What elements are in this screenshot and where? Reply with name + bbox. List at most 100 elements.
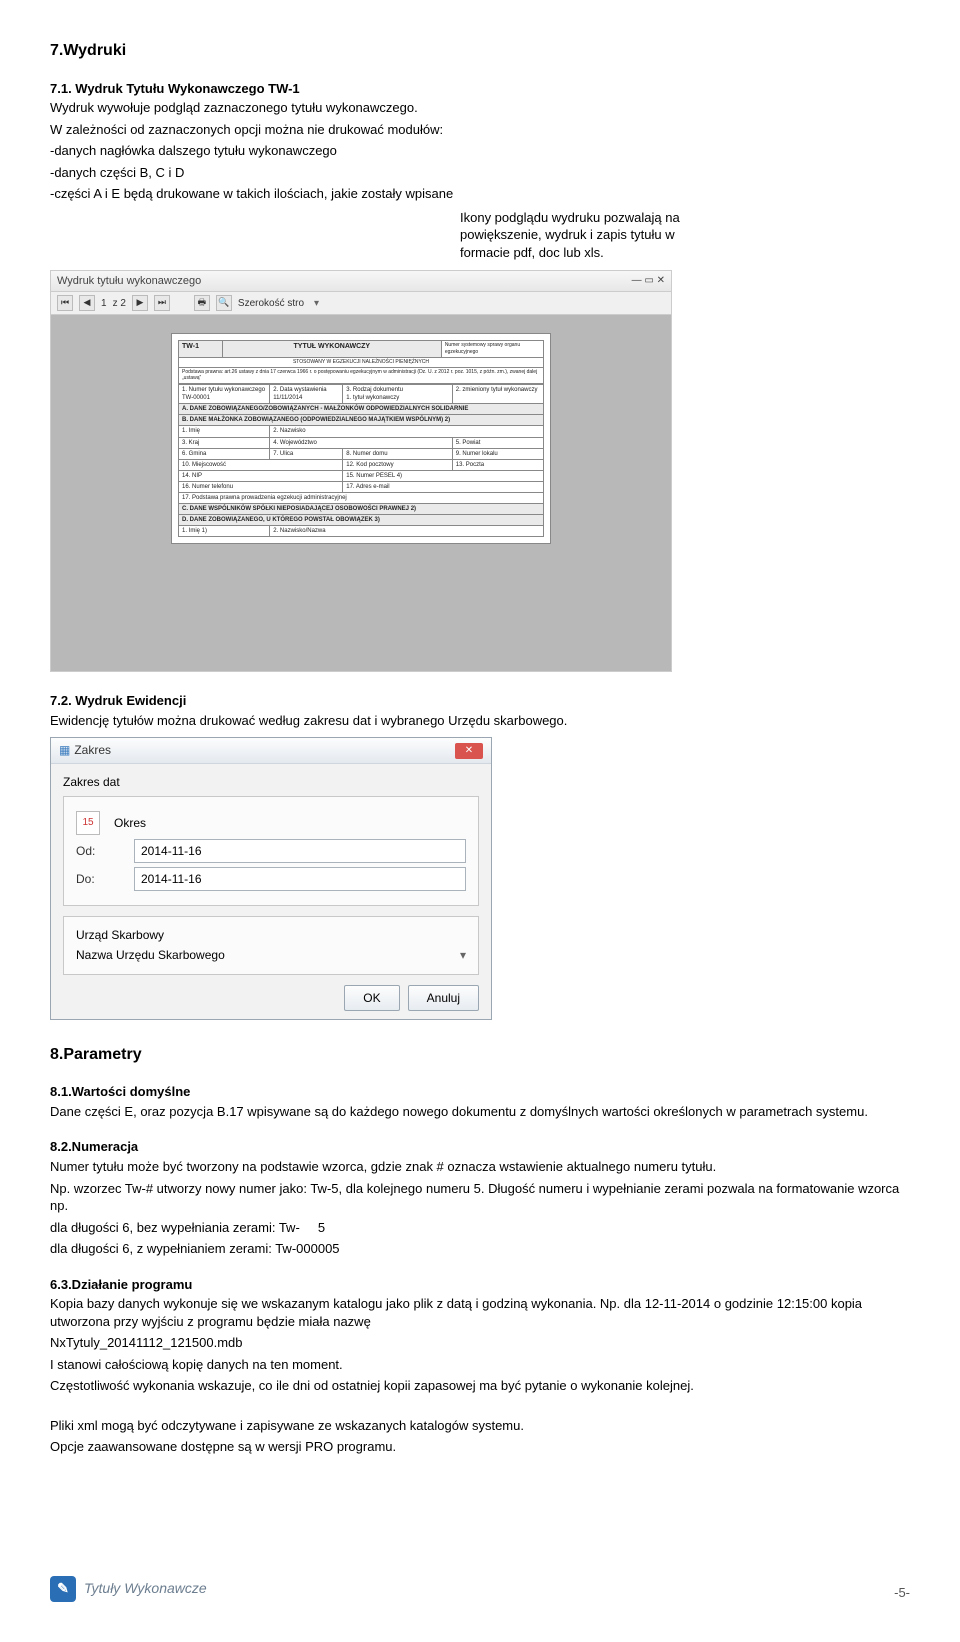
f-date-title: 2. Data wystawienia <box>273 386 339 394</box>
f2: 2. Nazwisko <box>270 426 544 437</box>
heading-7-1: 7.1. Wydruk Tytułu Wykonawczego TW-1 <box>50 80 910 98</box>
do-label: Do: <box>76 871 126 887</box>
dialog-icon: ▦ <box>59 742 70 758</box>
zoom-dropdown-icon[interactable]: ▾ <box>314 297 319 311</box>
sec-a: A. DANE ZOBOWIĄZANEGO/ZOBOWIĄZANYCH - MA… <box>179 404 544 415</box>
f16: 16. Numer telefonu <box>179 481 343 492</box>
page-number: -5- <box>894 1584 910 1602</box>
form-tw1-sysnum: Numer systemowy sprawy organu egzekucyjn… <box>441 341 543 358</box>
text-6-3c: I stanowi całościową kopię danych na ten… <box>50 1356 910 1374</box>
text-7-1-li3: -części A i E będą drukowane w takich il… <box>50 185 910 203</box>
text-7-1-li2: -danych części B, C i D <box>50 164 910 182</box>
print-icon[interactable]: 🖶 <box>194 295 210 311</box>
d2: 2. Nazwisko/Nazwa <box>270 526 544 537</box>
form-basis: Podstawa prawna: art.26 ustawy z dnia 17… <box>179 367 544 384</box>
f-type-val: 1. tytuł wykonawczy <box>346 394 449 402</box>
form-tw1-code: TW-1 <box>179 341 223 358</box>
page-current: 1 <box>101 297 107 311</box>
print-preview-toolbar: ⏮ ◀ 1 z 2 ▶ ⏭ 🖶 🔍 Szerokość stro ▾ <box>51 292 671 315</box>
text-7-2: Ewidencję tytułów można drukować według … <box>50 712 910 730</box>
section-7: 7.Wydruki 7.1. Wydruk Tytułu Wykonawczeg… <box>50 40 910 1020</box>
f18: 17. Podstawa prawna prowadzenia egzekucj… <box>179 493 544 504</box>
text-7-1-a: Wydruk wywołuje podgląd zaznaczonego tyt… <box>50 99 910 117</box>
text-8-2d: dla długości 6, z wypełnianiem zerami: T… <box>50 1240 910 1258</box>
f-type2: 2. zmieniony tytuł wykonawczy <box>456 386 540 394</box>
print-preview-titlebar: Wydruk tytułu wykonawczego — ▭ ✕ <box>51 271 671 293</box>
form-tw1-title: TYTUŁ WYKONAWCZY <box>222 341 441 358</box>
f4: 4. Województwo <box>270 437 453 448</box>
note-icons: Ikony podglądu wydruku pozwalają na powi… <box>460 209 690 262</box>
heading-8: 8.Parametry <box>50 1044 910 1066</box>
sec-c: C. DANE WSPÓLNIKÓW SPÓŁKI NIEPOSIADAJĄCE… <box>179 504 544 515</box>
text-8-1: Dane części E, oraz pozycja B.17 wpisywa… <box>50 1103 910 1121</box>
page-footer: ✎ Tytuły Wykonawcze -5- <box>50 1576 910 1602</box>
text-6-3e: Pliki xml mogą być odczytywane i zapisyw… <box>50 1417 910 1435</box>
ok-button[interactable]: OK <box>344 985 399 1011</box>
sec-b: B. DANE MAŁŻONKA ZOBOWIĄZANEGO (ODPOWIED… <box>179 415 544 426</box>
f-num-val: TW-00001 <box>182 394 266 402</box>
sec-d: D. DANE ZOBOWIĄZANEGO, U KTÓREGO POWSTAŁ… <box>179 515 544 526</box>
range-dialog: ▦ Zakres ✕ Zakres dat 15 Okres Od: 2014-… <box>50 737 492 1019</box>
f17: 17. Adres e-mail <box>343 481 544 492</box>
f8: 8. Numer domu <box>343 448 453 459</box>
heading-6-3: 6.3.Działanie programu <box>50 1276 910 1294</box>
dialog-titlebar: ▦ Zakres ✕ <box>51 738 491 763</box>
heading-7-2: 7.2. Wydruk Ewidencji <box>50 692 910 710</box>
us-label: Urząd Skarbowy <box>76 927 466 943</box>
text-7-1-b: W zależności od zaznaczonych opcji można… <box>50 121 910 139</box>
nav-first-icon[interactable]: ⏮ <box>57 295 73 311</box>
heading-7: 7.Wydruki <box>50 40 910 62</box>
heading-8-1: 8.1.Wartości domyślne <box>50 1083 910 1101</box>
f11: 12. Kod pocztowy <box>343 459 453 470</box>
section-8: 8.Parametry 8.1.Wartości domyślne Dane c… <box>50 1044 910 1456</box>
us-fieldset: Urząd Skarbowy Nazwa Urzędu Skarbowego ▾ <box>63 916 479 974</box>
zoom-label: Szerokość stro <box>238 297 304 311</box>
logo-icon: ✎ <box>50 1576 76 1602</box>
form-subtitle: STOSOWANY W EGZEKUCJI NALEŻNOŚCI PIENIĘŻ… <box>179 357 544 367</box>
f1: 1. Imię <box>179 426 270 437</box>
text-6-3b: NxTytuly_20141112_121500.mdb <box>50 1334 910 1352</box>
us-value: Nazwa Urzędu Skarbowego <box>76 947 225 963</box>
close-icon[interactable]: ✕ <box>455 743 483 759</box>
f12: 13. Poczta <box>452 459 543 470</box>
f15: 15. Numer PESEL 4) <box>343 470 544 481</box>
dialog-buttons: OK Anuluj <box>63 985 479 1011</box>
calendar-icon[interactable]: 15 <box>76 811 100 835</box>
okres-label: Okres <box>114 815 146 831</box>
text-6-3f: Opcje zaawansowane dostępne są w wersji … <box>50 1438 910 1456</box>
text-8-2c: dla długości 6, bez wypełniania zerami: … <box>50 1219 910 1237</box>
od-input[interactable]: 2014-11-16 <box>134 839 466 863</box>
f14: 14. NIP <box>179 470 343 481</box>
page-of: z 2 <box>113 297 126 311</box>
print-preview-title: Wydruk tytułu wykonawczego <box>57 274 201 289</box>
heading-8-2: 8.2.Numeracja <box>50 1138 910 1156</box>
group-label: Zakres dat <box>63 774 479 790</box>
window-controls: — ▭ ✕ <box>632 274 665 288</box>
do-input[interactable]: 2014-11-16 <box>134 867 466 891</box>
print-preview-window: Wydruk tytułu wykonawczego — ▭ ✕ ⏮ ◀ 1 z… <box>50 270 672 673</box>
chevron-down-icon: ▾ <box>460 947 466 963</box>
print-preview-body: TW-1 TYTUŁ WYKONAWCZY Numer systemowy sp… <box>51 315 671 671</box>
date-fieldset: 15 Okres Od: 2014-11-16 Do: 2014-11-16 <box>63 796 479 906</box>
text-6-3a: Kopia bazy danych wykonuje się we wskaza… <box>50 1295 910 1330</box>
text-6-3d: Częstotliwość wykonania wskazuje, co ile… <box>50 1377 910 1395</box>
us-select[interactable]: Nazwa Urzędu Skarbowego ▾ <box>76 947 466 963</box>
f5: 5. Powiat <box>452 437 543 448</box>
f10: 10. Miejscowość <box>179 459 343 470</box>
od-label: Od: <box>76 843 126 859</box>
cancel-button[interactable]: Anuluj <box>408 985 479 1011</box>
form-tw1: TW-1 TYTUŁ WYKONAWCZY Numer systemowy sp… <box>171 333 551 544</box>
dialog-body: Zakres dat 15 Okres Od: 2014-11-16 Do: 2… <box>51 764 491 1019</box>
nav-next-icon[interactable]: ▶ <box>132 295 148 311</box>
zoom-icon[interactable]: 🔍 <box>216 295 232 311</box>
nav-last-icon[interactable]: ⏭ <box>154 295 170 311</box>
f-type-title: 3. Rodzaj dokumentu <box>346 386 449 394</box>
text-7-1-li1: -danych nagłówka dalszego tytułu wykonaw… <box>50 142 910 160</box>
f-date-val: 11/11/2014 <box>273 394 339 402</box>
nav-prev-icon[interactable]: ◀ <box>79 295 95 311</box>
f9: 9. Numer lokalu <box>452 448 543 459</box>
text-8-2a: Numer tytułu może być tworzony na podsta… <box>50 1158 910 1176</box>
footer-brand: Tytuły Wykonawcze <box>84 1579 207 1598</box>
d1: 1. Imię 1) <box>179 526 270 537</box>
text-8-2b: Np. wzorzec Tw-# utworzy nowy numer jako… <box>50 1180 910 1215</box>
